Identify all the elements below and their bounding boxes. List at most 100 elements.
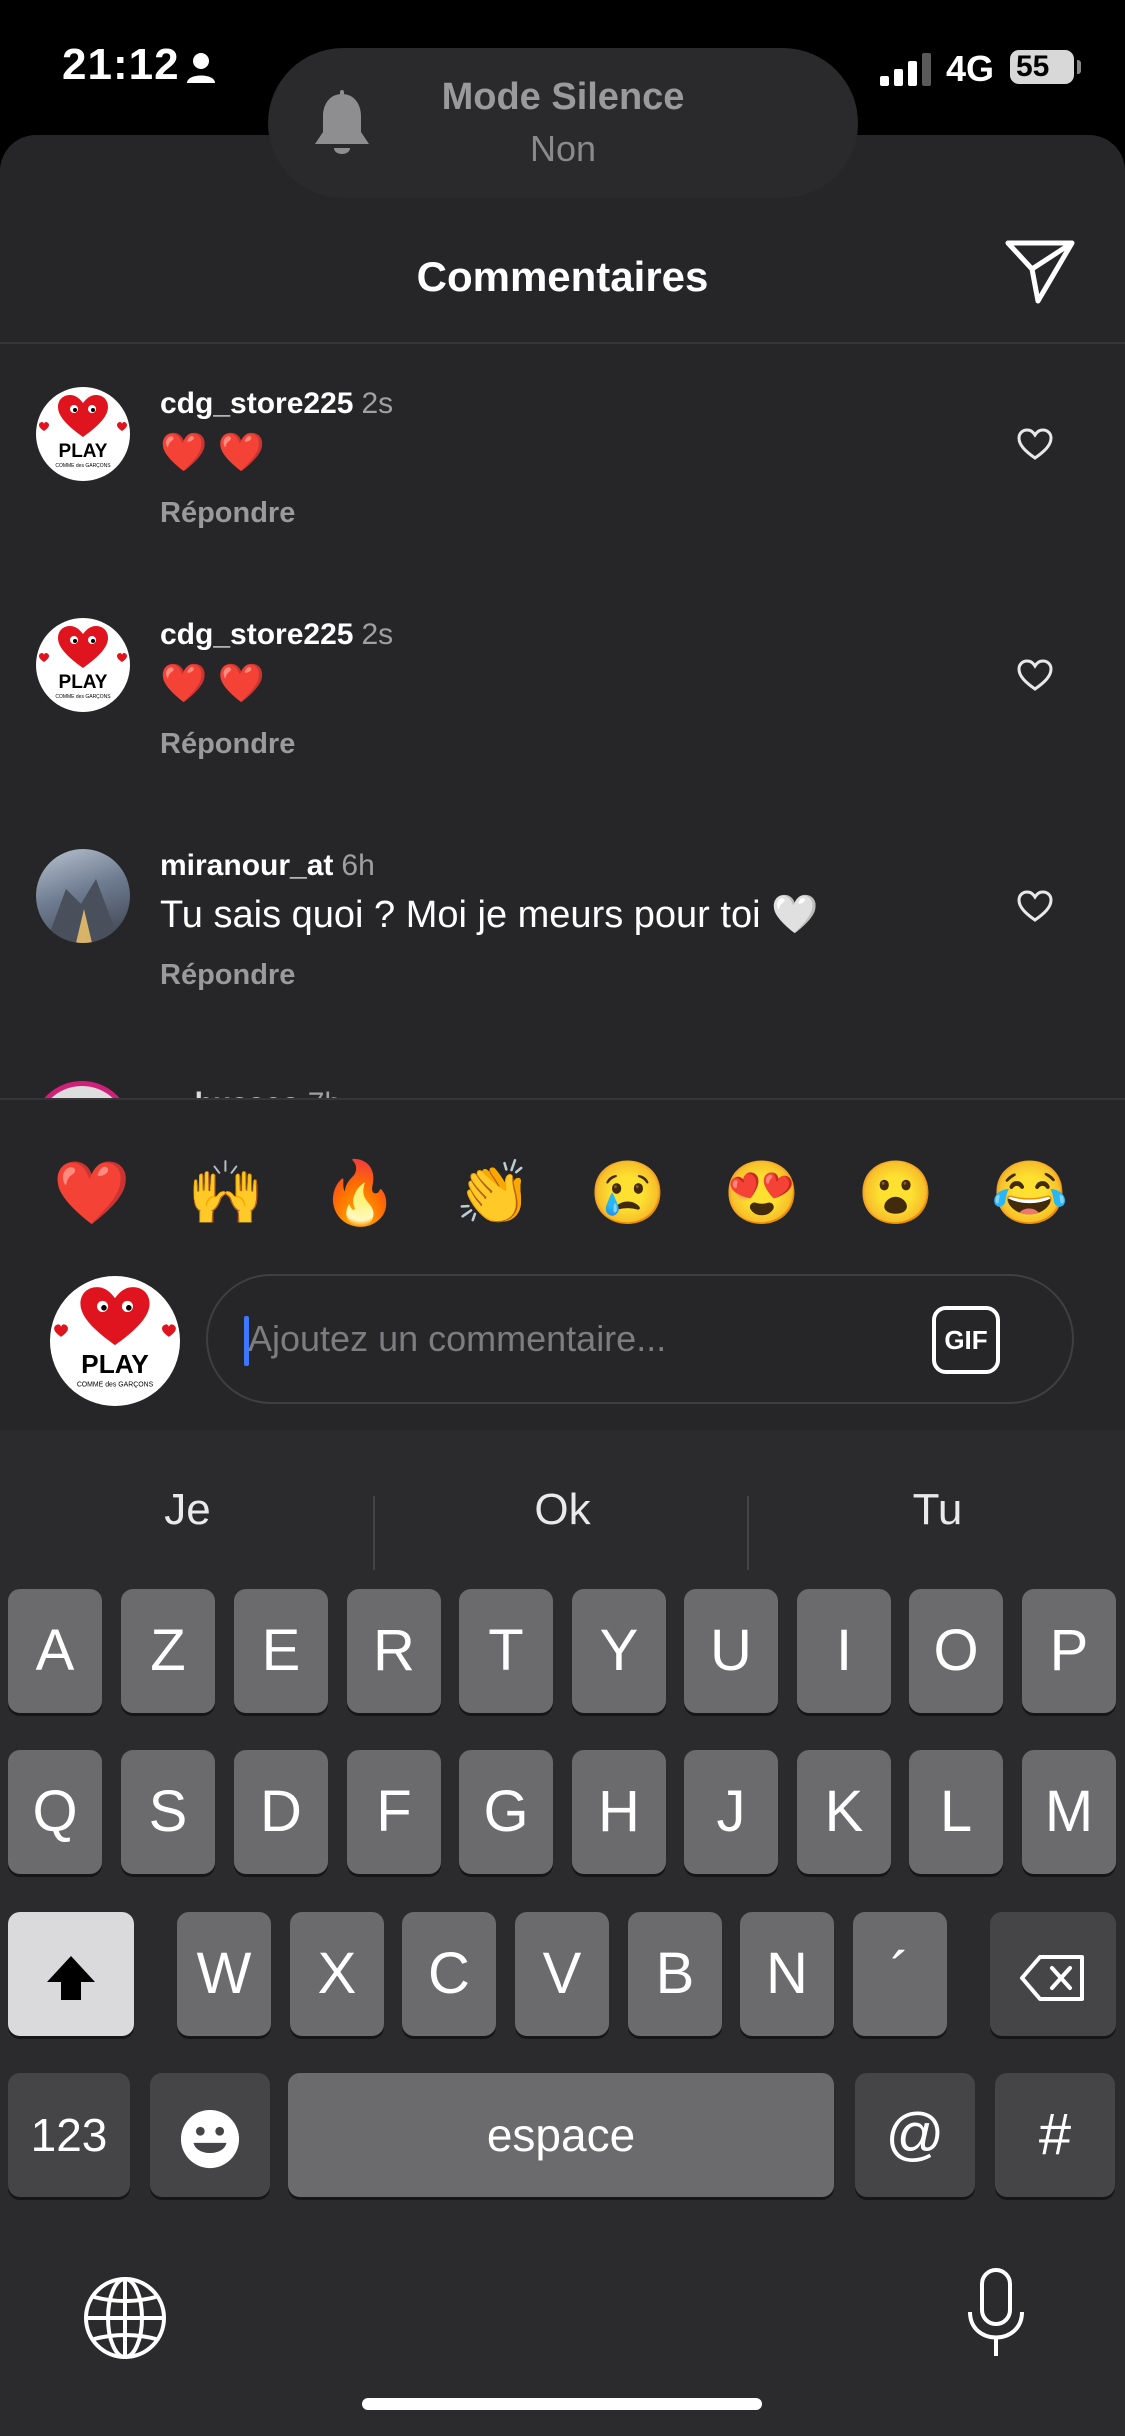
emoji-button[interactable]: ❤️ (52, 1154, 132, 1234)
key-y[interactable]: Y (572, 1589, 666, 1713)
emoji-button[interactable]: 🔥 (320, 1154, 400, 1234)
space-key[interactable]: espace (288, 2073, 834, 2197)
silent-mode-title: Mode Silence (441, 76, 685, 118)
logo-word: PLAY (59, 672, 108, 693)
comment-item: PLAY COMME des GARÇONS cdg_store225 2s ❤️… (0, 387, 1125, 587)
emoji-button[interactable]: 👏 (454, 1154, 534, 1234)
emoji-button[interactable]: 😮 (856, 1154, 936, 1234)
comment-username-row[interactable]: miranour_at 6h (160, 849, 375, 883)
comment-text: Tu sais quoi ? Moi je meurs pour toi 🤍 (160, 894, 819, 936)
comment-time: 2s (361, 387, 394, 420)
key-r[interactable]: R (347, 1589, 441, 1713)
key-s[interactable]: S (121, 1750, 215, 1874)
key-i[interactable]: I (797, 1589, 891, 1713)
home-indicator[interactable] (362, 2398, 762, 2410)
key-b[interactable]: B (628, 1912, 722, 2036)
key-q[interactable]: Q (8, 1750, 102, 1874)
silent-mode-banner: Mode Silence Non (268, 48, 858, 198)
play-logo-avatar: PLAY COMME des GARÇONS (39, 626, 127, 700)
suggestion-item[interactable]: Tu (750, 1460, 1125, 1560)
logo-word: PLAY (81, 1349, 149, 1379)
predictive-suggestions: Je Ok Tu (0, 1460, 1125, 1570)
like-heart-icon[interactable] (1016, 427, 1054, 461)
comment-text: ❤️ ❤️ (160, 663, 266, 705)
cellular-signal-icon (880, 53, 931, 86)
network-type: 4G (946, 48, 995, 89)
comment-time: 2s (361, 618, 394, 651)
like-heart-icon[interactable] (1016, 889, 1054, 923)
key-h[interactable]: H (572, 1750, 666, 1874)
emoji-button[interactable]: 😍 (722, 1154, 802, 1234)
logo-sub: COMME des GARÇONS (55, 463, 111, 469)
microphone-icon[interactable] (966, 2268, 1026, 2360)
key-n[interactable]: N (740, 1912, 834, 2036)
key-e[interactable]: E (234, 1589, 328, 1713)
at-key[interactable]: @ (855, 2073, 975, 2197)
suggestion-item[interactable]: Je (0, 1460, 375, 1560)
key-f[interactable]: F (347, 1750, 441, 1874)
numbers-key[interactable]: 123 (8, 2073, 130, 2197)
key-d[interactable]: D (234, 1750, 328, 1874)
comment-time: 6h (341, 849, 375, 882)
emoji-button[interactable]: 🙌 (186, 1154, 266, 1234)
logo-sub: COMME des GARÇONS (55, 694, 111, 700)
comment-item: miranour_at 6h Tu sais quoi ? Moi je meur… (0, 849, 1125, 1049)
key-w[interactable]: W (177, 1912, 271, 2036)
avatar[interactable] (36, 849, 130, 943)
key-u[interactable]: U (684, 1589, 778, 1713)
send-icon[interactable] (1004, 237, 1076, 305)
key-a[interactable]: A (8, 1589, 102, 1713)
silent-mode-value: Non (529, 128, 597, 169)
avatar[interactable]: PLAY COMME des GARÇONS (36, 618, 130, 712)
comment-username[interactable]: cdg_store225 (160, 387, 353, 420)
shift-arrow-icon (47, 1955, 95, 2000)
delete-key[interactable] (990, 1912, 1116, 2036)
key-p[interactable]: P (1022, 1589, 1116, 1713)
comment-username-row[interactable]: cdg_store225 2s (160, 387, 393, 421)
comment-input[interactable]: Ajoutez un commentaire... GIF (206, 1274, 1074, 1404)
backspace-icon (1020, 1954, 1084, 2001)
comment-username[interactable]: cdg_store225 (160, 618, 353, 651)
key-accent[interactable]: ´ (853, 1912, 947, 2036)
reply-button[interactable]: Répondre (160, 728, 295, 761)
smiley-icon (180, 2109, 240, 2168)
comment-text: ❤️ ❤️ (160, 432, 266, 474)
shift-key[interactable] (8, 1912, 134, 2036)
gif-button[interactable]: GIF (932, 1306, 1000, 1374)
person-icon (187, 53, 215, 83)
key-j[interactable]: J (684, 1750, 778, 1874)
reply-button[interactable]: Répondre (160, 959, 295, 992)
emoji-button[interactable]: 😂 (990, 1154, 1070, 1234)
comment-input-placeholder: Ajoutez un commentaire... (248, 1318, 667, 1359)
play-logo-avatar: PLAY COMME des GARÇONS (39, 395, 127, 469)
logo-sub: COMME des GARÇONS (77, 1382, 154, 1389)
page-title: Commentaires (416, 253, 709, 300)
key-m[interactable]: M (1022, 1750, 1116, 1874)
suggestion-divider (747, 1496, 749, 1570)
comment-composer: ❤️ 🙌 🔥 👏 😢 😍 😮 😂 PLAY COMME des GARÇONS … (0, 1098, 1125, 1432)
key-c[interactable]: C (402, 1912, 496, 2036)
key-t[interactable]: T (459, 1589, 553, 1713)
globe-icon[interactable] (82, 2275, 168, 2361)
header-divider (0, 342, 1125, 344)
key-g[interactable]: G (459, 1750, 553, 1874)
logo-word: PLAY (59, 441, 108, 462)
emoji-quick-bar: ❤️ 🙌 🔥 👏 😢 😍 😮 😂 (0, 1154, 1125, 1234)
comment-username-row[interactable]: cdg_store225 2s (160, 618, 393, 652)
current-user-avatar: PLAY COMME des GARÇONS (50, 1276, 180, 1406)
reply-button[interactable]: Répondre (160, 497, 295, 530)
key-o[interactable]: O (909, 1589, 1003, 1713)
comment-username[interactable]: miranour_at (160, 849, 333, 882)
avatar[interactable]: PLAY COMME des GARÇONS (36, 387, 130, 481)
suggestion-item[interactable]: Ok (375, 1460, 750, 1560)
key-z[interactable]: Z (121, 1589, 215, 1713)
key-l[interactable]: L (909, 1750, 1003, 1874)
key-x[interactable]: X (290, 1912, 384, 2036)
hash-key[interactable]: # (995, 2073, 1115, 2197)
key-k[interactable]: K (797, 1750, 891, 1874)
like-heart-icon[interactable] (1016, 658, 1054, 692)
comment-item: PLAY COMME des GARÇONS cdg_store225 2s ❤️… (0, 618, 1125, 818)
emoji-keyboard-key[interactable] (150, 2073, 270, 2197)
key-v[interactable]: V (515, 1912, 609, 2036)
emoji-button[interactable]: 😢 (588, 1154, 668, 1234)
